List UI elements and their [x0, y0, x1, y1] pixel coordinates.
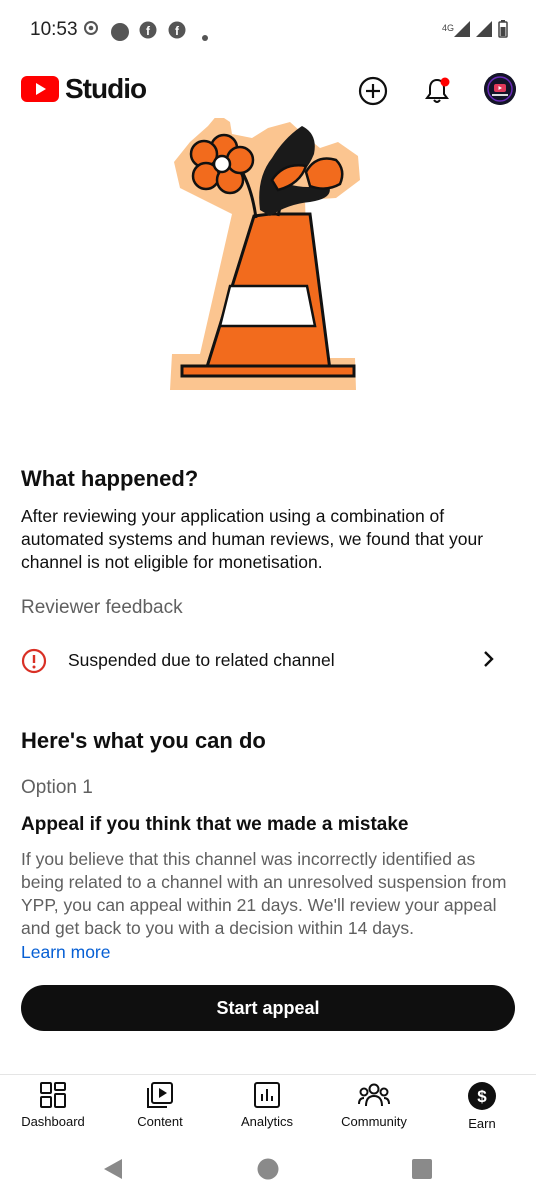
signal-icon	[454, 21, 470, 42]
chrome-icon	[84, 21, 98, 40]
what-you-can-do-heading: Here's what you can do	[21, 728, 266, 753]
nav-analytics[interactable]: Analytics	[217, 1081, 317, 1129]
notifications-button[interactable]	[417, 71, 457, 111]
nav-earn[interactable]: $ Earn	[432, 1081, 532, 1131]
bell-icon	[425, 77, 450, 103]
notification-dot-icon	[110, 22, 130, 47]
reviewer-feedback-label: Reviewer feedback	[21, 597, 183, 618]
battery-icon	[498, 20, 508, 43]
content-icon	[147, 1082, 173, 1108]
nav-community[interactable]: Community	[324, 1081, 424, 1129]
recents-icon[interactable]	[412, 1159, 432, 1184]
earn-icon: $	[468, 1082, 496, 1110]
add-circle-icon	[358, 76, 388, 106]
nav-label: Analytics	[240, 1114, 294, 1129]
learn-more-link[interactable]: Learn more	[21, 942, 111, 963]
nav-label: Community	[341, 1114, 407, 1129]
network-type: 4G	[441, 22, 454, 33]
status-time: 10:53	[30, 19, 78, 40]
nav-dashboard[interactable]: Dashboard	[3, 1081, 103, 1129]
feedback-item-row[interactable]: Suspended due to related channel	[0, 636, 536, 684]
bottom-navigation: Dashboard Content Analytics Community $ …	[0, 1074, 536, 1143]
logo-text: Studio	[65, 73, 147, 104]
signal-icon	[476, 21, 492, 42]
svg-text:$: $	[477, 1087, 487, 1106]
create-button[interactable]	[353, 71, 393, 111]
more-notifications-icon	[202, 28, 208, 46]
what-happened-description: After reviewing your application using a…	[21, 506, 484, 572]
status-indicators: 4G	[442, 20, 508, 43]
error-icon	[21, 648, 47, 679]
community-icon	[358, 1083, 390, 1107]
nav-content[interactable]: Content	[110, 1081, 210, 1129]
youtube-studio-logo[interactable]: Studio	[21, 73, 147, 105]
facebook-icon: f	[168, 21, 186, 44]
channel-avatar-icon	[484, 73, 516, 105]
status-bar: 10:53 f f 4G	[0, 0, 536, 62]
avatar[interactable]	[484, 73, 516, 105]
nav-label: Dashboard	[21, 1114, 85, 1129]
feedback-item-text: Suspended due to related channel	[68, 650, 335, 670]
option-label: Option 1	[21, 777, 93, 798]
option-title: Appeal if you think that we made a mista…	[21, 814, 409, 835]
dashboard-icon	[40, 1082, 66, 1108]
nav-label: Content	[137, 1114, 183, 1129]
what-happened-heading: What happened?	[21, 466, 199, 491]
youtube-logo-icon	[21, 76, 59, 102]
chevron-right-icon	[482, 649, 496, 674]
nav-label: Earn	[468, 1116, 496, 1131]
system-navigation-bar	[0, 1142, 536, 1200]
home-icon[interactable]	[257, 1158, 279, 1185]
traffic-cone-illustration	[160, 114, 380, 398]
option-description: If you believe that this channel was inc…	[21, 849, 507, 938]
app-bar: Studio	[0, 62, 536, 118]
analytics-icon	[254, 1082, 280, 1108]
back-icon[interactable]	[102, 1158, 124, 1185]
start-appeal-button[interactable]: Start appeal	[21, 985, 515, 1031]
facebook-icon: f	[139, 21, 157, 44]
